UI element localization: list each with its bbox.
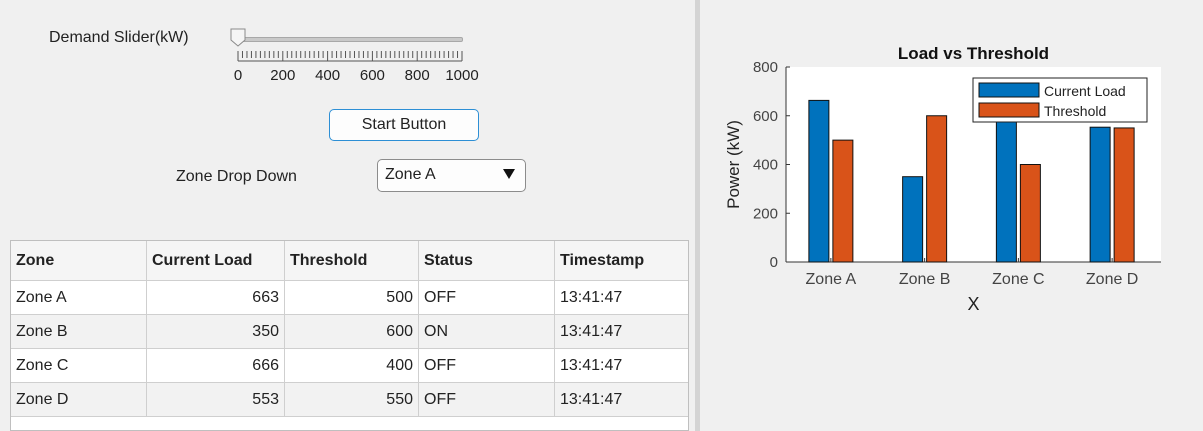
bar-current-load[interactable]: [995, 99, 1017, 263]
header-timestamp[interactable]: Timestamp: [555, 241, 688, 281]
zone-dropdown-label: Zone Drop Down: [176, 168, 297, 185]
cell-timestamp[interactable]: 13:41:47: [555, 349, 688, 383]
start-button[interactable]: Start Button: [329, 109, 479, 141]
demand-slider-thumb[interactable]: [230, 28, 246, 47]
cell-zone[interactable]: Zone A: [11, 281, 147, 315]
slider-tick-label: 0: [233, 67, 243, 84]
zone-dropdown-value: Zone A: [385, 166, 436, 183]
y-tick-label: 200: [753, 205, 778, 222]
x-tick-label: Zone B: [899, 271, 951, 288]
demand-slider-track[interactable]: [238, 37, 463, 42]
demand-slider-label: Demand Slider(kW): [49, 29, 189, 46]
cell-timestamp[interactable]: 13:41:47: [555, 281, 688, 315]
x-tick-label: Zone C: [992, 271, 1044, 288]
cell-zone[interactable]: Zone C: [11, 349, 147, 383]
slider-tick-label: 400: [315, 67, 341, 84]
bar-threshold[interactable]: [1019, 164, 1041, 263]
cell-timestamp[interactable]: 13:41:47: [555, 383, 688, 417]
bar-threshold[interactable]: [832, 139, 854, 263]
slider-tick-label: 1000: [445, 67, 479, 84]
legend-swatch: [978, 82, 1040, 98]
cell-zone[interactable]: Zone D: [11, 383, 147, 417]
bar-threshold[interactable]: [1113, 127, 1135, 263]
cell-threshold[interactable]: 400: [285, 349, 419, 383]
legend-label: Threshold: [1044, 103, 1106, 119]
cell-zone[interactable]: Zone B: [11, 315, 147, 349]
x-axis-label: X: [967, 294, 979, 314]
slider-tick-label: 600: [359, 67, 385, 84]
cell-current-load[interactable]: 663: [147, 281, 285, 315]
y-tick-label: 600: [753, 108, 778, 125]
bar-current-load[interactable]: [902, 176, 924, 263]
y-tick-label: 800: [753, 59, 778, 76]
cell-current-load[interactable]: 350: [147, 315, 285, 349]
table-row[interactable]: Zone B 350 600 ON 13:41:47: [11, 315, 688, 349]
demand-slider-ticks: [237, 51, 463, 62]
cell-threshold[interactable]: 550: [285, 383, 419, 417]
cell-current-load[interactable]: 666: [147, 349, 285, 383]
y-tick-label: 0: [770, 254, 778, 271]
y-axis-label: Power (kW): [724, 120, 743, 209]
header-status[interactable]: Status: [419, 241, 555, 281]
cell-timestamp[interactable]: 13:41:47: [555, 315, 688, 349]
header-threshold[interactable]: Threshold: [285, 241, 419, 281]
cell-status[interactable]: OFF: [419, 281, 555, 315]
slider-tick-label: 800: [404, 67, 430, 84]
bar-current-load[interactable]: [1089, 126, 1111, 263]
header-zone[interactable]: Zone: [11, 241, 147, 281]
x-tick-label: Zone A: [806, 271, 857, 288]
load-threshold-chart[interactable]: Load vs Threshold 0 200 400 600 800 Power (kW)…: [700, 0, 1203, 431]
zone-dropdown[interactable]: Zone A: [377, 159, 526, 192]
cell-threshold[interactable]: 500: [285, 281, 419, 315]
zone-table[interactable]: Zone Current Load Threshold Status Times…: [10, 240, 689, 431]
table-header-row: Zone Current Load Threshold Status Times…: [11, 241, 688, 281]
cell-status[interactable]: ON: [419, 315, 555, 349]
table-row[interactable]: Zone C 666 400 OFF 13:41:47: [11, 349, 688, 383]
chart-panel: Load vs Threshold 0 200 400 600 800 Power (kW)…: [700, 0, 1203, 431]
legend-label: Current Load: [1044, 83, 1126, 99]
chevron-down-icon: [503, 169, 515, 179]
bar-threshold[interactable]: [926, 115, 948, 263]
cell-current-load[interactable]: 553: [147, 383, 285, 417]
chart-legend[interactable]: Current Load Threshold: [972, 77, 1148, 123]
legend-swatch: [978, 102, 1040, 118]
cell-threshold[interactable]: 600: [285, 315, 419, 349]
y-tick-label: 400: [753, 157, 778, 174]
cell-status[interactable]: OFF: [419, 349, 555, 383]
table-row[interactable]: Zone A 663 500 OFF 13:41:47: [11, 281, 688, 315]
chart-title: Load vs Threshold: [898, 44, 1049, 63]
header-current-load[interactable]: Current Load: [147, 241, 285, 281]
cell-status[interactable]: OFF: [419, 383, 555, 417]
bar-current-load[interactable]: [808, 99, 830, 263]
x-tick-label: Zone D: [1086, 271, 1138, 288]
controls-panel: Demand Slider(kW) 0 200 400 600 800 1000 Star…: [0, 0, 695, 431]
table-row[interactable]: Zone D 553 550 OFF 13:41:47: [11, 383, 688, 417]
slider-tick-label: 200: [270, 67, 296, 84]
